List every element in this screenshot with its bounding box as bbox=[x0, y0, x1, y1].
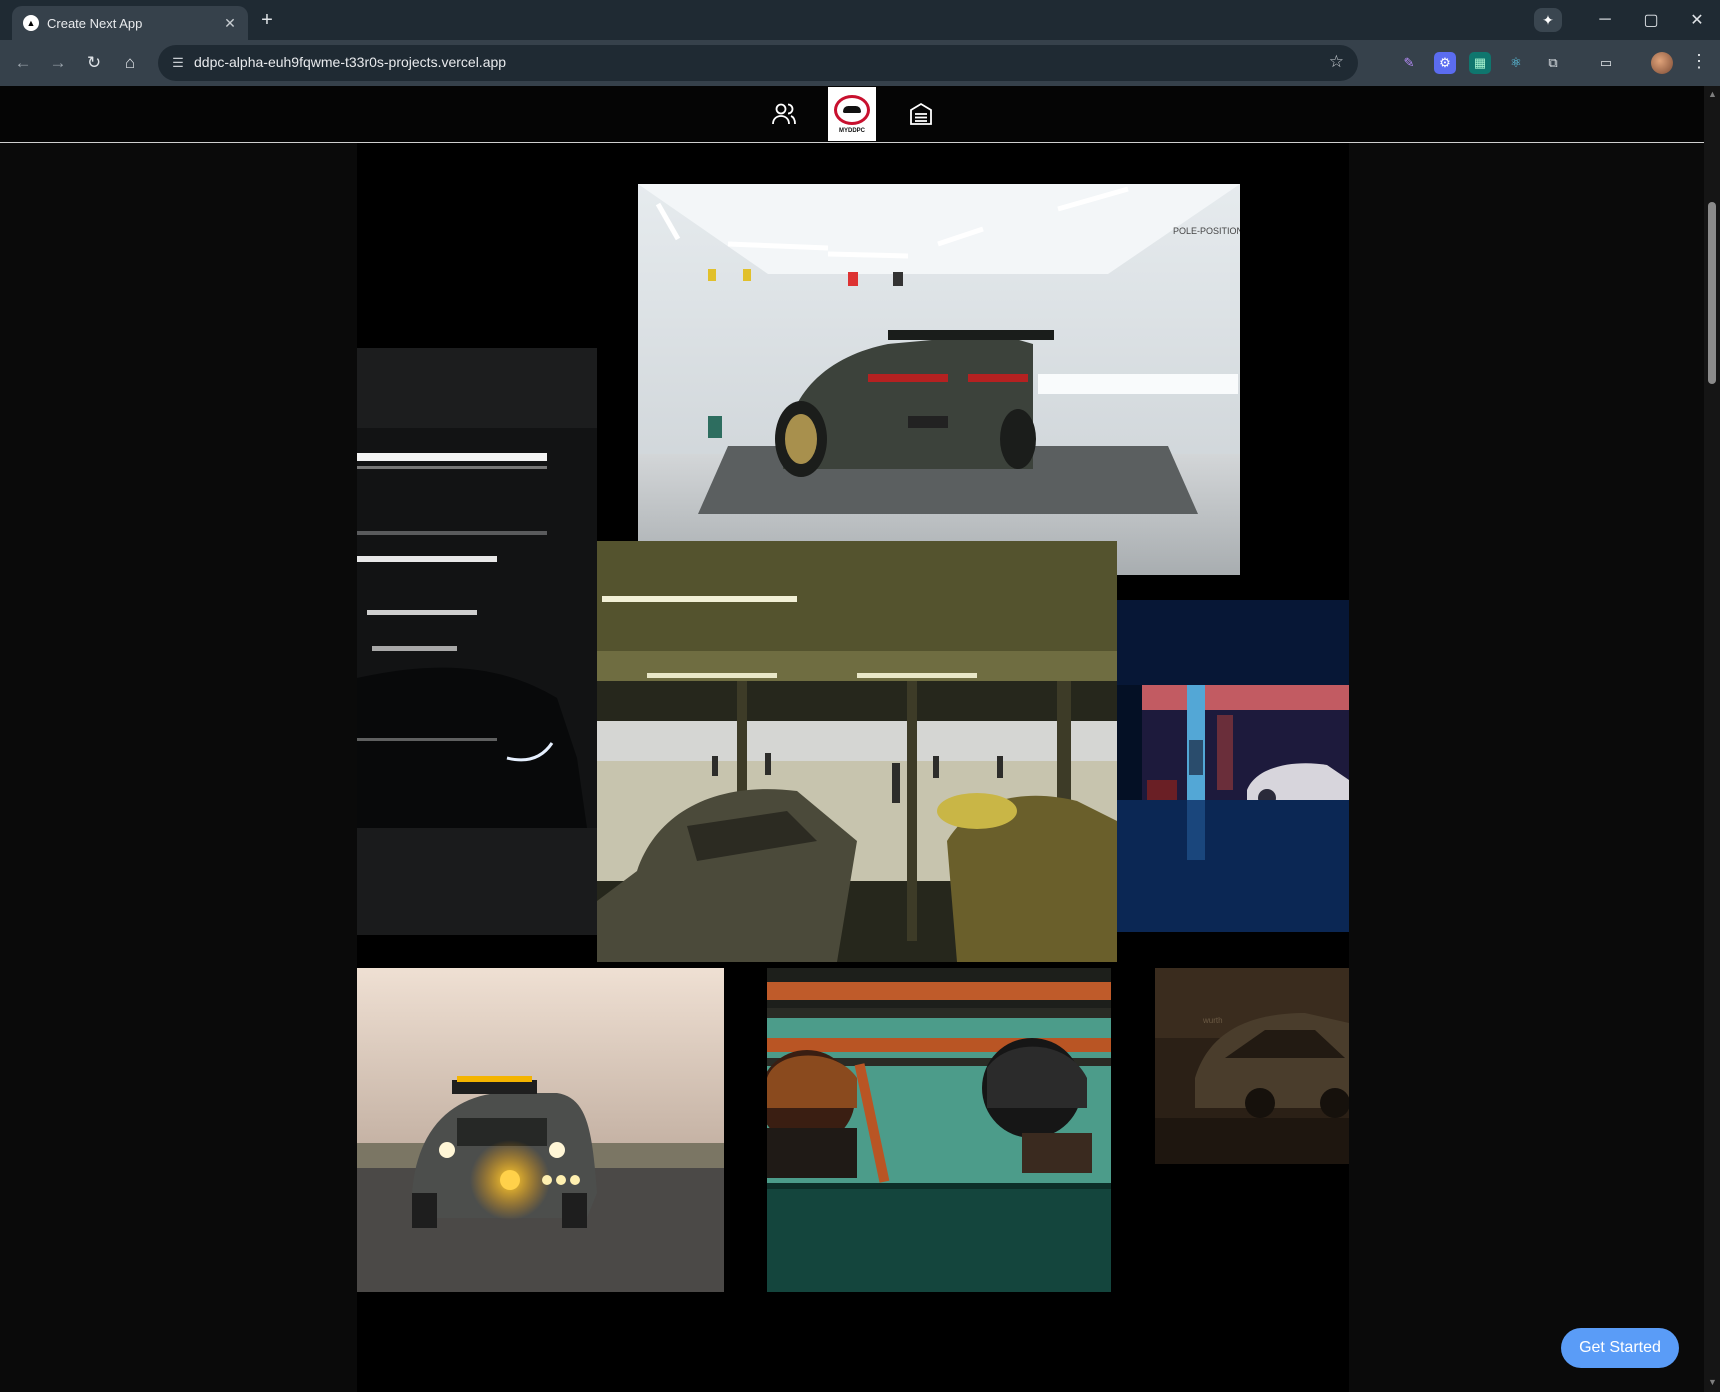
minimize-button[interactable]: ─ bbox=[1582, 11, 1628, 29]
neon-parking-photo[interactable] bbox=[1117, 600, 1349, 932]
extensions-puzzle-icon[interactable]: ⧉ bbox=[1542, 52, 1564, 74]
reading-mode-icon[interactable]: ▭ bbox=[1595, 52, 1617, 74]
community-users-icon[interactable] bbox=[757, 87, 811, 141]
extension-feather-icon[interactable]: ✎ bbox=[1398, 52, 1420, 74]
profile-avatar[interactable] bbox=[1651, 52, 1673, 74]
photo-gallery: POLE-POSITION wurth bbox=[357, 143, 1349, 1392]
extension-grid-icon[interactable]: ▦ bbox=[1469, 52, 1491, 74]
tab-title: Create Next App bbox=[47, 15, 143, 31]
svg-text:wurth: wurth bbox=[1202, 1016, 1223, 1025]
page-scrollbar[interactable]: ▲ ▼ bbox=[1704, 86, 1720, 1392]
window-controls: ─ ▢ ✕ bbox=[1582, 0, 1720, 40]
logo-text: MYDDPC bbox=[838, 127, 865, 134]
forward-arrow-icon[interactable]: → bbox=[46, 51, 70, 75]
site-settings-icon[interactable]: ☰ bbox=[168, 53, 188, 73]
scrollbar-thumb[interactable] bbox=[1708, 202, 1716, 384]
garage-icon[interactable] bbox=[894, 87, 948, 141]
race-pit-lane-photo[interactable] bbox=[597, 541, 1117, 962]
myddpc-logo[interactable]: MYDDPC bbox=[828, 87, 876, 141]
home-icon[interactable]: ⌂ bbox=[118, 51, 142, 75]
svg-text:POLE-POSITION: POLE-POSITION bbox=[1173, 226, 1240, 236]
react-devtools-icon[interactable]: ⚛ bbox=[1505, 52, 1527, 74]
get-started-button[interactable]: Get Started bbox=[1561, 1328, 1679, 1368]
bookmark-star-icon[interactable]: ☆ bbox=[1329, 52, 1344, 72]
extension-gear-icon[interactable]: ⚙ bbox=[1434, 52, 1456, 74]
address-bar[interactable]: ☰ ddpc-alpha-euh9fqwme-t33r0s-projects.v… bbox=[158, 45, 1358, 81]
bmw-m2-workshop-photo[interactable]: POLE-POSITION bbox=[638, 184, 1240, 575]
browser-menu-icon[interactable]: ⋮ bbox=[1690, 51, 1708, 72]
rally-car-night-photo[interactable]: wurth bbox=[1155, 968, 1349, 1164]
scroll-up-arrow-icon[interactable]: ▲ bbox=[1708, 90, 1717, 99]
reload-icon[interactable]: ↻ bbox=[82, 51, 106, 75]
gemini-icon[interactable]: ✦ bbox=[1534, 8, 1562, 32]
racing-drivers-photo[interactable] bbox=[767, 968, 1111, 1292]
page-viewport: MYDDPC POLE-POSITION wurth Get Started bbox=[0, 86, 1704, 1392]
scroll-down-arrow-icon[interactable]: ▼ bbox=[1708, 1378, 1717, 1387]
new-tab-button[interactable]: + bbox=[255, 8, 279, 32]
back-arrow-icon[interactable]: ← bbox=[11, 51, 35, 75]
url-text[interactable]: ddpc-alpha-euh9fqwme-t33r0s-projects.ver… bbox=[194, 54, 506, 70]
maximize-button[interactable]: ▢ bbox=[1628, 10, 1674, 30]
close-window-button[interactable]: ✕ bbox=[1674, 10, 1720, 30]
browser-tab[interactable]: ▲ Create Next App ✕ bbox=[12, 6, 248, 40]
dark-audi-garage-photo[interactable] bbox=[357, 348, 597, 935]
tab-close-icon[interactable]: ✕ bbox=[220, 15, 240, 32]
site-header: MYDDPC bbox=[0, 86, 1704, 143]
browser-toolbar: ← → ↻ ⌂ ☰ ddpc-alpha-euh9fqwme-t33r0s-pr… bbox=[0, 40, 1720, 86]
porsche-fog-photo[interactable] bbox=[357, 968, 724, 1292]
browser-tab-strip: ▲ Create Next App ✕ + ✦ ─ ▢ ✕ bbox=[0, 0, 1720, 40]
nextjs-favicon-icon: ▲ bbox=[23, 15, 39, 31]
logo-car-icon bbox=[834, 94, 870, 125]
